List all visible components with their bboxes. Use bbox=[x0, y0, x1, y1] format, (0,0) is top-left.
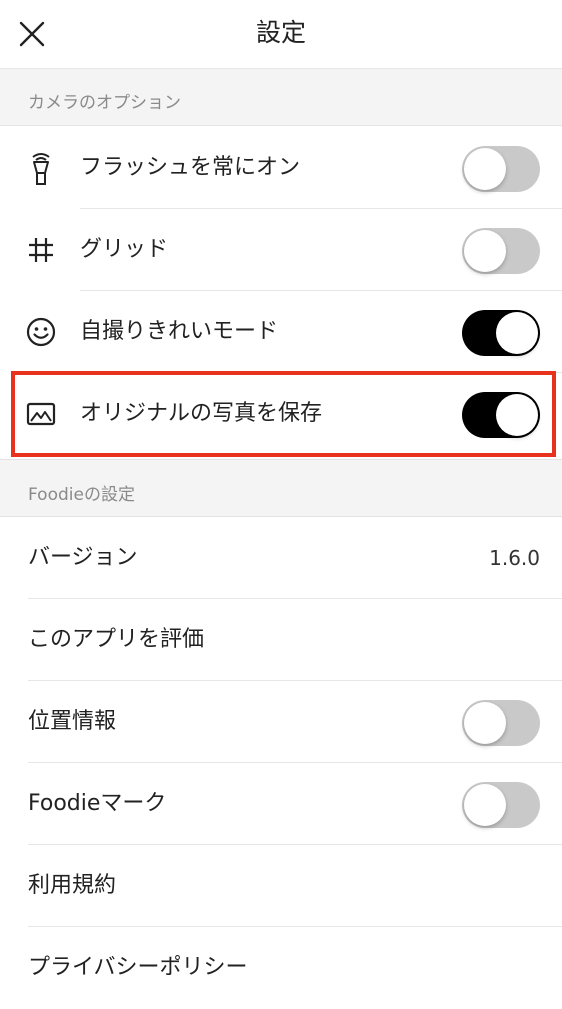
section-header-camera: カメラのオプション bbox=[0, 69, 562, 126]
toggle-knob bbox=[496, 394, 538, 436]
setting-label-rate-app: このアプリを評価 bbox=[28, 627, 205, 652]
setting-row-grid: グリッド bbox=[0, 209, 562, 291]
section-title-foodie: Foodieの設定 bbox=[28, 485, 135, 505]
save-original-toggle[interactable] bbox=[462, 392, 540, 438]
smiley-icon bbox=[22, 313, 60, 351]
setting-row-terms[interactable]: 利用規約 bbox=[0, 845, 562, 927]
toggle-knob bbox=[464, 230, 506, 272]
flash-toggle[interactable] bbox=[462, 146, 540, 192]
foodie-mark-toggle[interactable] bbox=[462, 782, 540, 828]
close-button[interactable] bbox=[14, 16, 50, 52]
setting-label-terms: 利用規約 bbox=[28, 873, 117, 898]
setting-label-flash: フラッシュを常にオン bbox=[80, 155, 301, 180]
setting-row-save-original: オリジナルの写真を保存 bbox=[0, 373, 562, 455]
setting-label-grid: グリッド bbox=[80, 237, 169, 262]
grid-toggle[interactable] bbox=[462, 228, 540, 274]
setting-row-version: バージョン 1.6.0 bbox=[0, 517, 562, 599]
setting-row-foodie-mark: Foodieマーク bbox=[0, 763, 562, 845]
page-title: 設定 bbox=[255, 18, 306, 47]
selfie-beauty-toggle[interactable] bbox=[462, 310, 540, 356]
setting-row-flash: フラッシュを常にオン bbox=[0, 127, 562, 209]
toggle-knob bbox=[464, 702, 506, 744]
setting-label-location: 位置情報 bbox=[28, 709, 117, 734]
setting-label-selfie-beauty: 自撮りきれいモード bbox=[80, 319, 279, 344]
setting-row-location: 位置情報 bbox=[0, 681, 562, 763]
setting-row-privacy[interactable]: プライバシーポリシー bbox=[0, 927, 562, 1009]
photo-icon bbox=[22, 395, 60, 433]
flash-icon bbox=[22, 149, 60, 187]
version-value: 1.6.0 bbox=[489, 546, 540, 570]
setting-label-privacy: プライバシーポリシー bbox=[28, 955, 248, 980]
section-title-camera: カメラのオプション bbox=[28, 93, 181, 113]
setting-label-version: バージョン bbox=[28, 545, 138, 570]
grid-icon bbox=[22, 231, 60, 269]
section-header-foodie: Foodieの設定 bbox=[0, 459, 562, 517]
header-bar: 設定 bbox=[0, 0, 562, 69]
setting-row-rate-app[interactable]: このアプリを評価 bbox=[0, 599, 562, 681]
toggle-knob bbox=[464, 784, 506, 826]
toggle-knob bbox=[496, 312, 538, 354]
setting-row-selfie-beauty: 自撮りきれいモード bbox=[0, 291, 562, 373]
setting-label-save-original: オリジナルの写真を保存 bbox=[80, 401, 323, 426]
setting-label-foodie-mark: Foodieマーク bbox=[28, 791, 167, 816]
location-toggle[interactable] bbox=[462, 700, 540, 746]
toggle-knob bbox=[464, 148, 506, 190]
close-icon bbox=[19, 21, 45, 47]
